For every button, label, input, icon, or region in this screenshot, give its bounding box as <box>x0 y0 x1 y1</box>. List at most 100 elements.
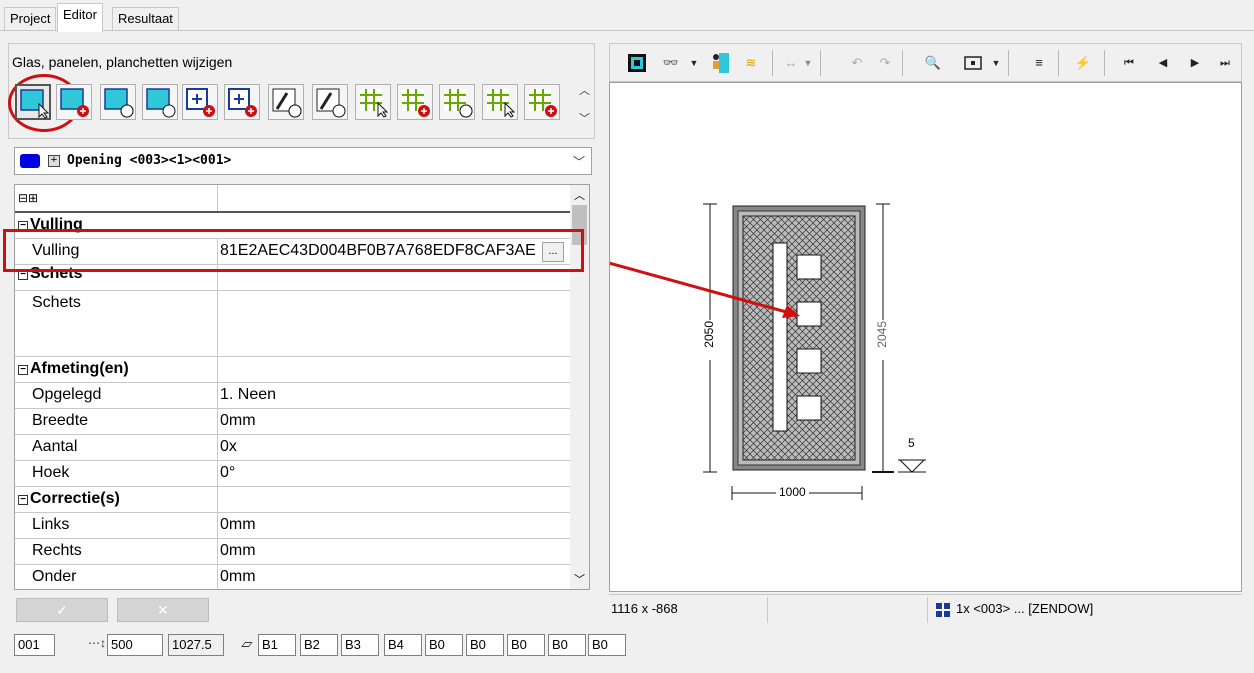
tool-group: Glas, panelen, planchetten wijzigen ︿ ﹀ <box>8 43 595 139</box>
drawing-toolbar: 👓 ▼ ≋ ↔ ▼ ↶ ↷ 🔍 ▼ ≡ ⚡ ⏮ ◀ ▶ ⏭ <box>609 43 1242 82</box>
redo-icon: ↷ <box>879 55 891 70</box>
breedte-value[interactable]: 0mm <box>220 412 256 430</box>
sash-remove-button[interactable] <box>268 84 304 120</box>
row-onder[interactable]: Onder 0mm <box>15 565 570 589</box>
person-icon[interactable] <box>708 52 730 74</box>
code-field[interactable]: B0 <box>507 634 545 656</box>
collapse-expand-icons[interactable]: ⊟⊞ <box>18 191 38 205</box>
onder-label: Onder <box>32 568 77 585</box>
code-field[interactable]: B4 <box>384 634 422 656</box>
zoom-icon[interactable]: 🔍 <box>922 52 944 74</box>
opgelegd-value[interactable]: 1. Neen <box>220 386 276 404</box>
hoek-value[interactable]: 0° <box>220 464 235 482</box>
cancel-button[interactable]: ✕ <box>117 598 209 622</box>
first-icon[interactable]: ⏮ <box>1118 52 1140 74</box>
offset-field[interactable]: 1027.5 <box>168 634 224 656</box>
dimension-icon: ↔ <box>784 55 798 70</box>
grid-remove-button[interactable] <box>439 84 475 120</box>
code-field[interactable]: B1 <box>258 634 296 656</box>
collapse-icon[interactable]: − <box>18 495 28 505</box>
tab-resultaat[interactable]: Resultaat <box>112 7 179 30</box>
last-icon[interactable]: ⏭ <box>1214 52 1236 74</box>
shape-icon: ▱ <box>241 636 251 651</box>
scroll-up-icon[interactable]: ︿ <box>579 82 590 98</box>
prev-icon[interactable]: ◀ <box>1152 52 1174 74</box>
tab-bar: Project Editor Resultaat <box>0 0 1254 32</box>
scroll-down-icon[interactable]: ﹀ <box>574 571 585 587</box>
glass-add-button[interactable] <box>56 84 92 120</box>
row-schets[interactable]: Schets <box>15 291 570 357</box>
window-icon <box>936 603 950 617</box>
rechts-label: Rechts <box>32 542 82 559</box>
ok-button[interactable]: ✓ <box>16 598 108 622</box>
opening-select[interactable]: + Opening <003><1><001> ﹀ <box>14 147 592 175</box>
dim-left-label: 2050 <box>702 321 716 348</box>
position-field[interactable]: 001 <box>14 634 55 656</box>
row-rechts[interactable]: Rechts 0mm <box>15 539 570 565</box>
rechts-value[interactable]: 0mm <box>220 542 256 560</box>
code-field[interactable]: B3 <box>341 634 379 656</box>
next-icon[interactable]: ▶ <box>1184 52 1206 74</box>
scroll-up-icon[interactable]: ︿ <box>574 187 585 203</box>
tab-editor[interactable]: Editor <box>57 3 103 32</box>
level-label: 5 <box>908 436 915 450</box>
opgelegd-label: Opgelegd <box>32 386 102 403</box>
view-icon[interactable] <box>962 52 984 74</box>
grid-add2-button[interactable] <box>524 84 560 120</box>
category-correctie[interactable]: − Correctie(s) <box>15 487 570 513</box>
selection-info: 1x <003> ... [ZENDOW] <box>956 601 1094 616</box>
row-aantal[interactable]: Aantal 0x <box>15 435 570 461</box>
status-bar: 1116 x -868 1x <003> ... [ZENDOW] <box>609 594 1242 625</box>
aantal-label: Aantal <box>32 438 78 455</box>
distance-field[interactable]: 500 <box>107 634 163 656</box>
code-field[interactable]: B0 <box>548 634 586 656</box>
glasses-icon[interactable]: 👓 <box>656 52 686 74</box>
aantal-value[interactable]: 0x <box>220 438 237 456</box>
links-value[interactable]: 0mm <box>220 516 256 534</box>
grid-select-button[interactable] <box>355 84 391 120</box>
dropdown-arrow-icon: ▼ <box>803 58 813 68</box>
grid-add-button[interactable] <box>397 84 433 120</box>
category-afmeting[interactable]: − Afmeting(en) <box>15 357 570 383</box>
onder-value[interactable]: 0mm <box>220 568 256 586</box>
scroll-down-icon[interactable]: ﹀ <box>579 110 590 126</box>
chevron-down-icon[interactable]: ﹀ <box>573 153 585 170</box>
breedte-label: Breedte <box>32 412 89 429</box>
panel-add-button[interactable] <box>182 84 218 120</box>
expand-icon: + <box>48 155 60 167</box>
schets-label: Schets <box>32 294 81 311</box>
color-swatch <box>20 154 40 168</box>
dim-bottom-label: 1000 <box>776 485 809 499</box>
dropdown-arrow-icon[interactable]: ▼ <box>990 52 1002 74</box>
code-field[interactable]: B2 <box>300 634 338 656</box>
tab-project[interactable]: Project <box>4 7 57 30</box>
row-opgelegd[interactable]: Opgelegd 1. Neen <box>15 383 570 409</box>
undo-icon: ↶ <box>851 55 863 70</box>
combo-value: Opening <003><1><001> <box>67 153 232 168</box>
glass-remove-button[interactable] <box>100 84 136 120</box>
row-links[interactable]: Links 0mm <box>15 513 570 539</box>
layers-icon[interactable]: ≋ <box>740 52 762 74</box>
code-field[interactable]: B0 <box>588 634 626 656</box>
row-breedte[interactable]: Breedte 0mm <box>15 409 570 435</box>
door-panel <box>742 215 856 461</box>
dim-right-label: 2045 <box>875 321 889 348</box>
distance-icon: ⋯↕ <box>88 636 106 650</box>
code-field[interactable]: B0 <box>425 634 463 656</box>
tool-scroll[interactable]: ︿ ﹀ <box>576 80 592 130</box>
drawing-canvas[interactable]: 2050 2045 1000 5 <box>609 82 1242 592</box>
glass-select-button[interactable] <box>15 84 51 120</box>
align-icon[interactable]: ≡ <box>1028 52 1050 74</box>
hoek-label: Hoek <box>32 464 70 481</box>
dropdown-arrow-icon[interactable]: ▼ <box>688 52 700 74</box>
frame-icon[interactable] <box>626 52 648 74</box>
highlight-box <box>3 229 584 272</box>
row-hoek[interactable]: Hoek 0° <box>15 461 570 487</box>
grid-select2-button[interactable] <box>482 84 518 120</box>
panel-horizontal-add-button[interactable] <box>224 84 260 120</box>
glass-move-button[interactable] <box>142 84 178 120</box>
code-field[interactable]: B0 <box>466 634 504 656</box>
collapse-icon[interactable]: − <box>18 365 28 375</box>
lightning-icon[interactable]: ⚡ <box>1072 52 1094 74</box>
sash-move-button[interactable] <box>312 84 348 120</box>
